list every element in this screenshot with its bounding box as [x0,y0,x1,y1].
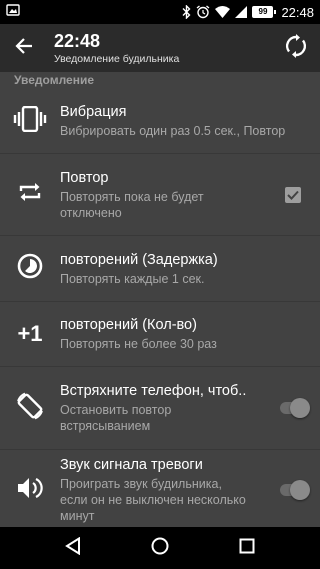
setting-summary: Вибрировать один раз 0.5 сек., Повтор [60,124,286,138]
repeat-icon [18,181,42,208]
setting-title: Встряхните телефон, чтоб.. [60,383,247,399]
setting-vibration[interactable]: Вибрация Вибрировать один раз 0.5 сек., … [0,89,320,154]
setting-repeat-delay[interactable]: повторений (Задержка) Повторять каждые 1… [0,236,320,302]
setting-summary: Остановить повтор встрясыванием [60,403,172,433]
setting-repeat-count[interactable]: +1 повторений (Кол-во) Повторять не боле… [0,302,320,367]
sync-icon [285,33,307,63]
settings-list: Уведомление Вибрация Вибрировать один ра… [0,72,320,527]
wifi-icon [215,6,231,18]
home-circle-icon [151,537,169,560]
plus-one-icon: +1 [17,321,43,346]
toggle-thumb [290,480,310,500]
nav-home-button[interactable] [136,527,184,569]
back-triangle-icon [65,536,81,560]
setting-summary: Повторять каждые 1 сек. [60,271,205,286]
toggle-thumb [290,398,310,418]
setting-summary: Повторять пока не будет отключено [60,189,204,220]
signal-icon [235,6,248,18]
battery-icon: 99 [252,6,277,18]
status-bar: 99 22:48 [0,0,320,24]
setting-title: повторений (Кол-во) [60,317,197,333]
navigation-bar [0,527,320,569]
alarm-icon [196,5,210,19]
alarm-sound-toggle[interactable] [278,480,310,500]
setting-summary: Повторять не более 30 раз [60,337,217,351]
battery-level: 99 [258,7,268,16]
status-time: 22:48 [281,4,314,20]
setting-alarm-sound[interactable]: Звук сигнала тревоги Проиграть звук буди… [0,450,320,527]
nav-back-button[interactable] [49,527,97,569]
app-bar: 22:48 Уведомление будильника [0,24,320,72]
repeat-checkbox[interactable] [285,186,301,203]
setting-title: Вибрация [60,104,127,120]
nav-recents-button[interactable] [223,527,271,569]
section-header: Уведомление [14,73,95,87]
setting-repeat[interactable]: Повтор Повторять пока не будет отключено [0,154,320,236]
setting-summary: Проиграть звук будильника, если он не вы… [60,477,246,523]
setting-shake-to-stop[interactable]: Встряхните телефон, чтоб.. Остановить по… [0,367,320,450]
shake-toggle[interactable] [278,398,310,418]
setting-title: повторений (Задержка) [60,251,218,268]
bluetooth-icon [182,5,191,19]
timelapse-icon [16,252,44,285]
recents-square-icon [239,538,255,559]
sync-button[interactable] [272,24,320,72]
volume-up-icon [16,475,44,506]
back-button[interactable] [0,24,48,72]
vibration-icon [13,105,47,137]
screen-rotation-icon [14,390,46,427]
setting-title: Звук сигнала тревоги [60,457,203,473]
screenshot-icon [6,3,20,21]
page-subtitle: Уведомление будильника [54,52,180,65]
page-title: 22:48 [54,30,101,51]
arrow-back-icon [15,37,33,60]
setting-title: Повтор [60,169,109,186]
